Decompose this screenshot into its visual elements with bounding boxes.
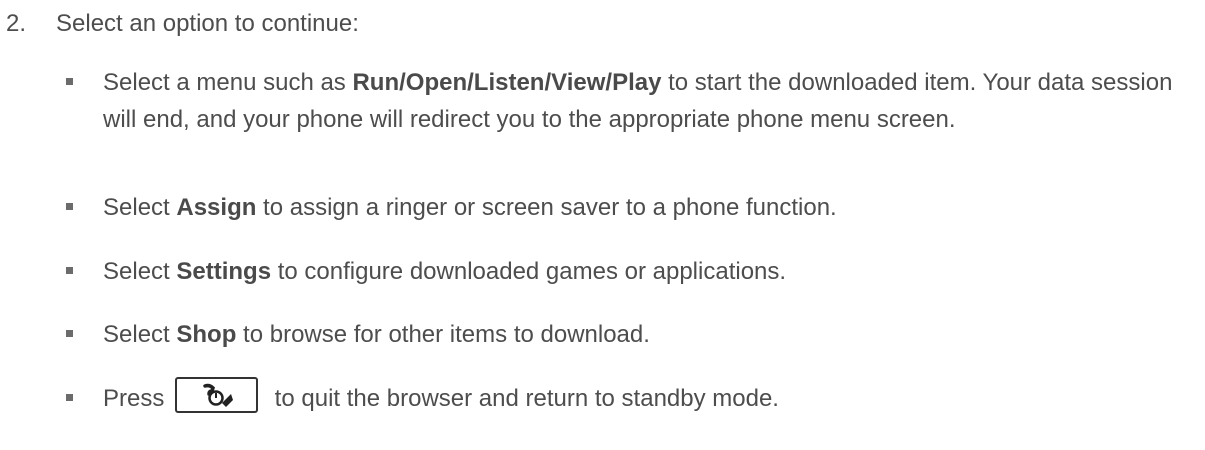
bullet-text: Press to quit the browser and return to … [103, 376, 1193, 418]
bold-term: Settings [176, 258, 272, 285]
bullet-text: Select Shop to browse for other items to… [103, 321, 650, 348]
step-2: 2. Select an option to continue: [6, 9, 359, 39]
bullet-marker [66, 267, 73, 274]
bullet-marker [66, 330, 73, 337]
bold-term: Assign [176, 194, 257, 221]
bullet-marker [66, 78, 73, 85]
step-number: 2. [6, 10, 27, 37]
bullet-marker [66, 203, 73, 210]
bullet-text: Select Settings to configure downloaded … [103, 258, 787, 285]
bold-term: Shop [176, 321, 237, 348]
bullet-text: Select Assign to assign a ringer or scre… [103, 194, 837, 221]
bullet-text: Select a menu such as Run/Open/Listen/Vi… [103, 69, 1173, 133]
bullet-marker [66, 394, 73, 401]
step-text: Select an option to continue: [56, 10, 359, 37]
bold-term: Run/Open/Listen/View/Play [352, 69, 662, 96]
end-call-key-icon [175, 376, 259, 413]
